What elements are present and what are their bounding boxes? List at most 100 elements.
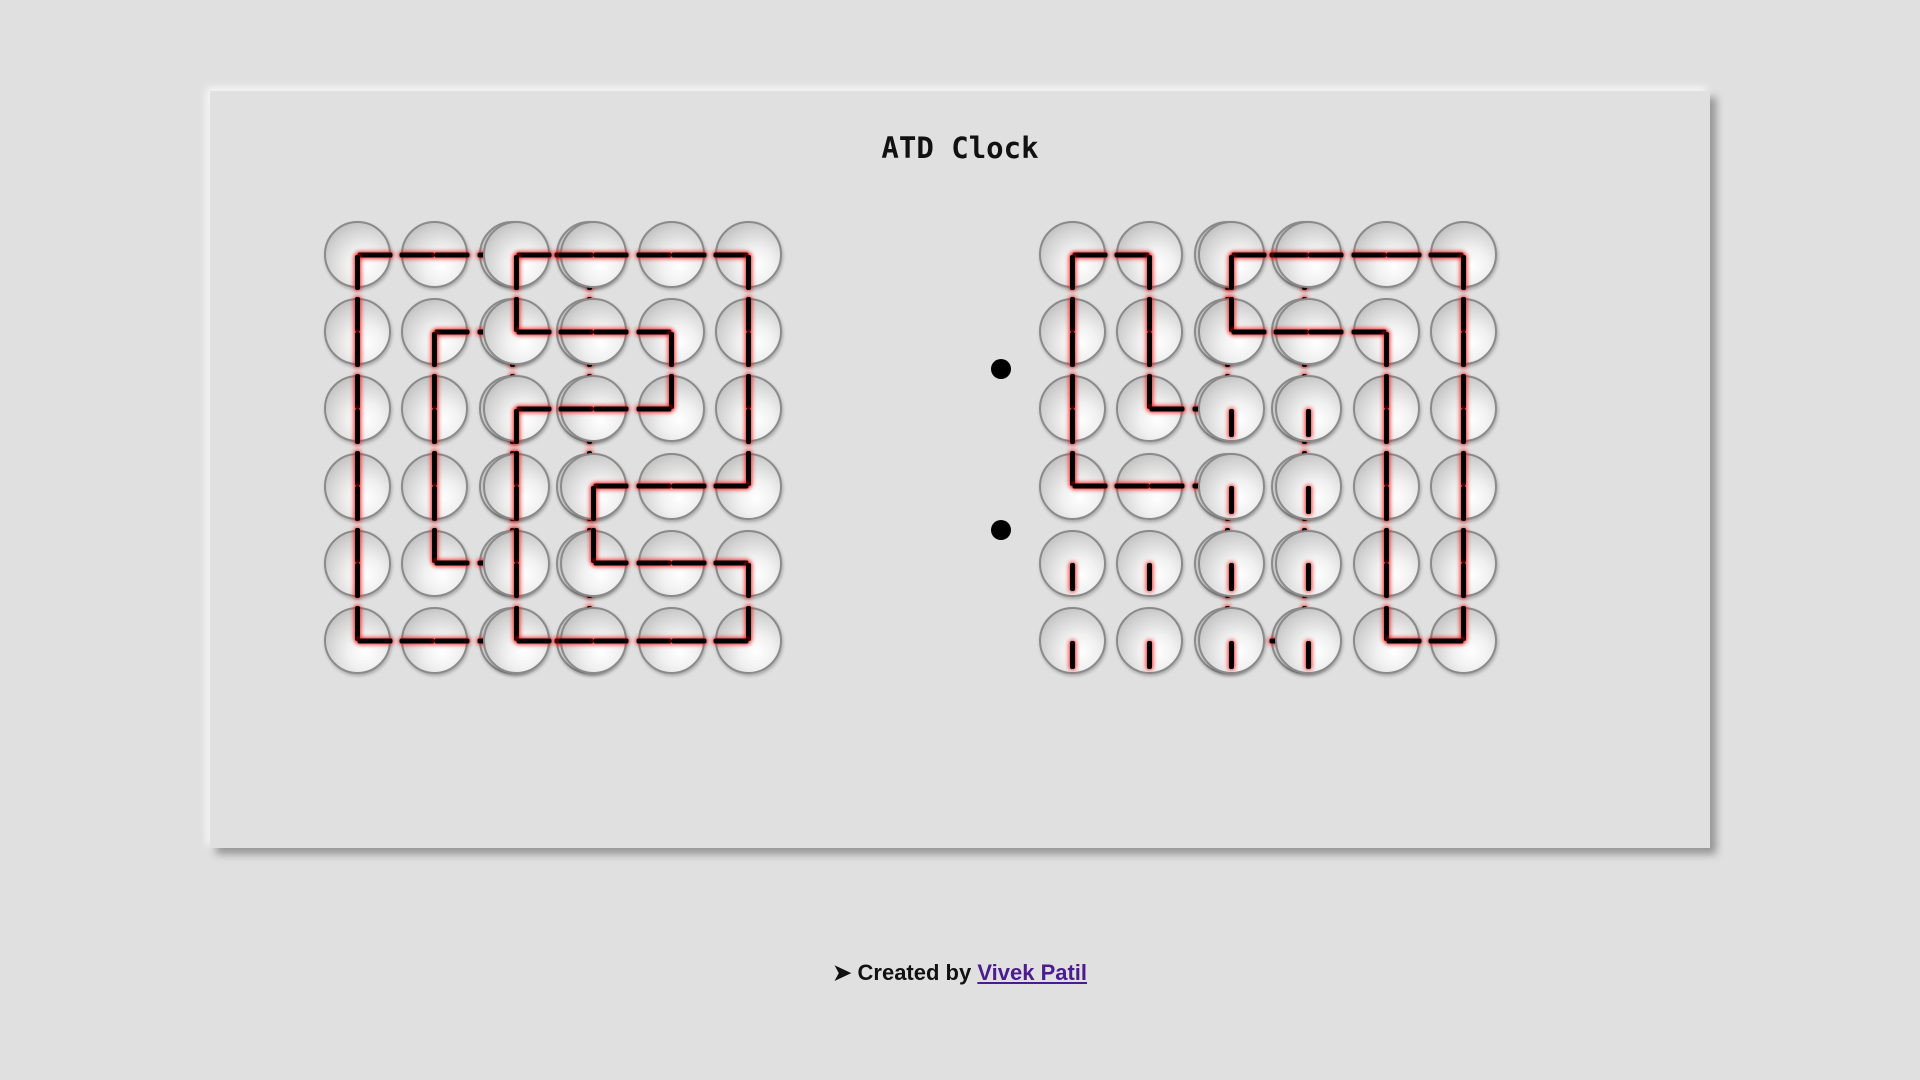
mini-clock (324, 605, 393, 674)
mini-clock (713, 451, 782, 520)
mini-clock (1352, 528, 1420, 599)
clock-hand (1351, 329, 1387, 335)
clock-hand (593, 638, 629, 643)
clock-hand (745, 331, 751, 367)
mini-clock (1039, 221, 1108, 290)
clock-hand (357, 638, 393, 643)
clock-hand (516, 329, 552, 335)
clock-hand (516, 638, 552, 643)
clock-hand (713, 252, 749, 257)
mini-clock (1114, 221, 1184, 290)
mini-clock (1198, 452, 1265, 520)
mini-clock (713, 605, 782, 674)
clock-hand (593, 560, 629, 566)
clock-hand (1460, 373, 1466, 409)
mini-clock (483, 451, 550, 522)
mini-clock (483, 221, 552, 290)
clock-hand (355, 254, 360, 290)
clock-hand (1383, 528, 1389, 564)
mini-clock (1198, 607, 1265, 674)
clock-hand (745, 408, 751, 444)
mini-clock (1351, 221, 1422, 288)
author-link[interactable]: Vivek Patil (977, 960, 1087, 985)
clock-hand (1229, 640, 1234, 669)
clock-hand (432, 528, 438, 564)
clock-hand (355, 605, 360, 641)
clock-hand (671, 560, 707, 566)
clock-hand (1273, 329, 1309, 335)
clock-hand (514, 296, 519, 332)
clock-hand (1460, 486, 1466, 522)
clock-hand (1460, 296, 1466, 332)
colon-dot-top (991, 359, 1011, 379)
clock-hand (1070, 563, 1075, 592)
clock-hand (671, 638, 707, 643)
clock-hand (1460, 408, 1466, 444)
clock-hand (1070, 451, 1075, 487)
mini-clock (1198, 296, 1267, 366)
clock-hand (671, 483, 707, 489)
mini-clock (483, 296, 552, 366)
clock-hand (1147, 640, 1153, 669)
clock-hand (434, 560, 470, 566)
clock-hand (1070, 373, 1075, 409)
mini-clock (558, 607, 629, 674)
mini-clock (636, 452, 707, 520)
mini-clock (558, 375, 629, 443)
clock-hand (636, 560, 672, 566)
clock-hand (713, 483, 749, 489)
clock-hand (745, 296, 751, 332)
mini-clock (483, 528, 550, 599)
clock-hand (1229, 408, 1234, 437)
clock-hand (1306, 640, 1312, 669)
clock-hand (1072, 252, 1108, 257)
mini-clock (1275, 607, 1343, 674)
mini-clock (401, 451, 469, 522)
clock-hand (514, 408, 519, 444)
mini-clock (1273, 221, 1344, 288)
clock-hand (432, 331, 438, 367)
clock-hand (1460, 254, 1466, 290)
clock-hand (357, 252, 393, 257)
clock-hand (1229, 563, 1234, 592)
clock-hand (591, 528, 597, 564)
mini-clock (713, 529, 782, 599)
clock-hand (1460, 563, 1466, 599)
mini-clock (714, 373, 782, 444)
clock-hand (636, 406, 672, 412)
clock-hand (1070, 640, 1075, 669)
clock-hand (1383, 486, 1389, 522)
clock-hand (1351, 252, 1387, 257)
mini-clock (1039, 373, 1106, 444)
mini-clock (1116, 607, 1184, 674)
mini-clock (1039, 529, 1106, 597)
mini-clock (1039, 607, 1106, 674)
mini-clock (1429, 528, 1497, 599)
clock-hand (558, 252, 594, 257)
clock-hand (514, 254, 519, 290)
clock-hand (713, 560, 749, 566)
clock-hand (1383, 331, 1389, 367)
clock-hand (1308, 252, 1344, 257)
clock-hand (432, 408, 438, 444)
clock-hand (1231, 329, 1267, 335)
clock-hand (1147, 254, 1153, 290)
clock-hand (1386, 252, 1422, 257)
clock-hand (1147, 373, 1153, 409)
clock-hand (1070, 296, 1075, 332)
clock-hand (745, 451, 751, 487)
mini-clock (399, 221, 470, 288)
mini-clock (324, 373, 391, 444)
mini-clock (636, 373, 705, 443)
mini-clock (324, 221, 393, 290)
clock-hand (593, 252, 629, 257)
mini-clock (1275, 452, 1343, 520)
clock-hand (1386, 638, 1422, 643)
clock-hand (1460, 528, 1466, 564)
mini-clock (401, 373, 469, 444)
clock-hand (399, 252, 435, 257)
clock-hand (432, 486, 438, 522)
mini-clock (558, 221, 629, 288)
clock-hand (355, 563, 360, 599)
mini-clock (1275, 375, 1343, 443)
